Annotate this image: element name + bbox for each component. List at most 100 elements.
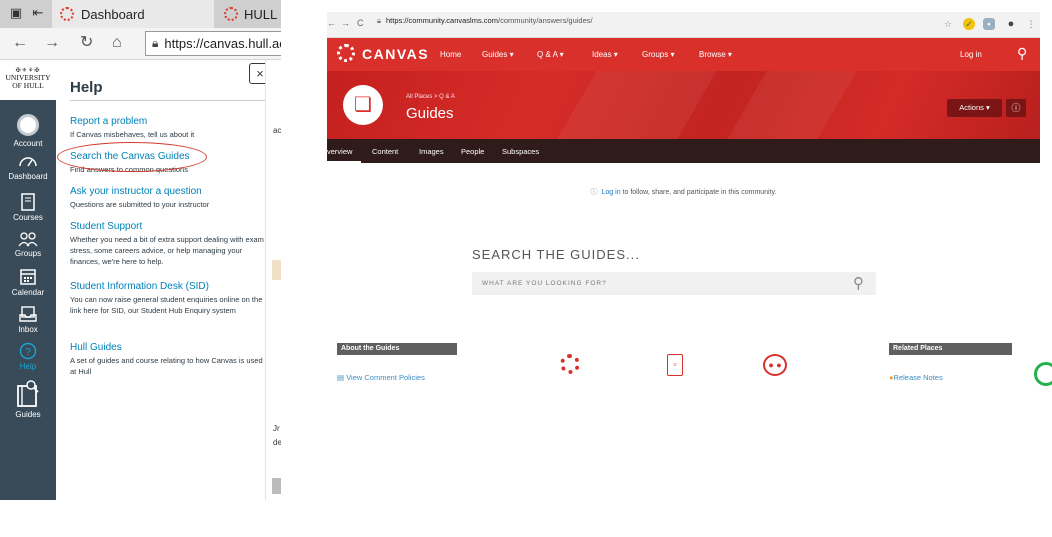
help-description: If Canvas misbehaves, tell us about it	[70, 130, 195, 139]
help-item-ask-instructor: Ask your instructor a question Questions…	[70, 186, 270, 210]
panda-guides-category[interactable]: ● ●	[763, 354, 787, 376]
guides-search-input[interactable]: WHAT ARE YOU LOOKING FOR? ⚲	[472, 272, 876, 295]
nav-label: Courses	[13, 213, 43, 222]
nav-inbox[interactable]: Inbox	[0, 305, 56, 334]
highlight-annotation-oval	[57, 142, 207, 172]
canvas-favicon-icon	[60, 7, 74, 21]
topnav-ideas[interactable]: Ideas ▾	[592, 50, 618, 59]
address-bar-row: ← → ↻ ⌂ 🔒︎ https://canvas.hull.ac.u	[0, 28, 281, 60]
nav-dashboard[interactable]: Dashboard	[0, 154, 56, 181]
extension-icon[interactable]: ▪	[983, 18, 995, 30]
login-link[interactable]: Log in	[960, 50, 982, 59]
view-comment-policies-link[interactable]: ▤ View Comment Policies	[337, 373, 425, 382]
url-field[interactable]: 🔒︎ https://canvas.hull.ac.u	[145, 31, 281, 56]
search-icon[interactable]: ⚲	[853, 274, 864, 292]
nav-label: Help	[19, 362, 37, 371]
url-path: /community/answers/guides/	[497, 16, 593, 25]
help-tray: × Help Report a problem If Canvas misbeh…	[56, 60, 281, 500]
actions-button[interactable]: Actions ▾	[947, 99, 1002, 117]
canvas-guides-category[interactable]	[560, 354, 580, 374]
release-notes-link[interactable]: ●Release Notes	[889, 373, 943, 382]
tab-subspaces[interactable]: Subspaces	[502, 147, 539, 156]
tab-images[interactable]: Images	[419, 147, 444, 156]
help-description: A set of guides and course relating to h…	[70, 356, 263, 376]
login-notice-link[interactable]: Log in	[602, 189, 621, 196]
svg-text:?: ?	[25, 347, 31, 358]
tab-people[interactable]: People	[461, 147, 484, 156]
left-browser-window: ▣ ⇤ Dashboard HULL G ← → ↻ ⌂ 🔒︎ https://…	[0, 0, 281, 500]
account-icon	[17, 114, 39, 136]
tab-dashboard[interactable]: Dashboard	[52, 0, 214, 28]
help-item-report-problem: Report a problem If Canvas misbehaves, t…	[70, 116, 270, 140]
login-notice: ⓘ Log in to follow, share, and participat…	[327, 187, 1040, 197]
nav-guides[interactable]: Guides	[0, 380, 56, 419]
topnav-groups[interactable]: Groups ▾	[642, 50, 674, 59]
text-fragment: de	[273, 438, 281, 447]
dashboard-icon	[19, 157, 37, 167]
canvas-logo-icon[interactable]	[337, 44, 355, 62]
url-domain: https://community.canvaslms.com	[386, 16, 498, 25]
lock-icon: 🔒︎	[152, 36, 159, 50]
university-logo[interactable]: ✠⚜⚘✠ UNIVERSITY OF HULL	[0, 60, 56, 100]
breadcrumb[interactable]: All Places > Q & A	[406, 94, 455, 100]
search-placeholder: WHAT ARE YOU LOOKING FOR?	[482, 280, 607, 287]
search-icon[interactable]: ⚲	[1017, 45, 1027, 62]
home-icon[interactable]: ⌂	[112, 34, 122, 52]
canvas-wordmark[interactable]: CANVAS	[362, 46, 429, 62]
page-title: Guides	[406, 105, 454, 122]
related-places-header: Related Places	[889, 343, 1012, 355]
panda-icon: ● ●	[763, 354, 787, 376]
topnav-guides[interactable]: Guides ▾	[482, 50, 514, 59]
back-arrow-icon[interactable]: ←	[12, 34, 28, 52]
help-item-student-support: Student Support Whether you need a bit o…	[70, 221, 270, 267]
text-fragment: ac	[273, 126, 281, 135]
active-tab-indicator	[327, 161, 361, 163]
link-text: View Comment Policies	[346, 373, 425, 382]
forward-arrow-icon[interactable]: →	[44, 34, 60, 52]
inbox-icon	[19, 306, 37, 322]
browser-toolbar: ← → C 🔒︎ https://community.canvaslms.com/…	[327, 12, 1040, 38]
tab-actions-icon[interactable]: ▣	[8, 5, 24, 21]
banner-decoration	[557, 71, 717, 139]
topnav-browse[interactable]: Browse ▾	[699, 50, 732, 59]
tab-hull[interactable]: HULL G	[220, 0, 281, 28]
back-arrow-icon[interactable]: ←	[327, 18, 336, 28]
nav-groups[interactable]: Groups	[0, 231, 56, 258]
search-heading: SEARCH THE GUIDES...	[472, 247, 640, 262]
url-field[interactable]: 🔒︎ https://community.canvaslms.com/commun…	[377, 16, 593, 26]
nav-help[interactable]: ? Help	[0, 342, 56, 371]
nav-label: Calendar	[11, 288, 45, 297]
nav-label: Groups	[14, 249, 42, 258]
help-link[interactable]: Report a problem	[70, 116, 270, 128]
canvas-logo-icon	[560, 354, 580, 374]
screenshot-stage: ▣ ⇤ Dashboard HULL G ← → ↻ ⌂ 🔒︎ https://…	[0, 0, 1052, 537]
nav-courses[interactable]: Courses	[0, 193, 56, 222]
floating-chat-icon[interactable]	[1034, 362, 1052, 386]
nav-label: Guides	[15, 410, 41, 419]
logo-line-2: OF HULL	[12, 81, 44, 90]
menu-kebab-icon[interactable]: ⋮	[1025, 18, 1037, 30]
help-link[interactable]: Ask your instructor a question	[70, 186, 270, 198]
tab-overview[interactable]: verview	[327, 147, 352, 156]
nav-account[interactable]: Account	[0, 114, 56, 148]
book-guides-category[interactable]: ▫	[667, 354, 683, 376]
nav-calendar[interactable]: Calendar	[0, 268, 56, 297]
refresh-icon[interactable]: C	[357, 18, 364, 28]
refresh-icon[interactable]: ↻	[80, 34, 93, 52]
help-link[interactable]: Hull Guides	[70, 342, 270, 354]
help-item-hull-guides: Hull Guides A set of guides and course r…	[70, 342, 270, 377]
set-tabs-aside-icon[interactable]: ⇤	[30, 5, 46, 21]
global-navigation: ✠⚜⚘✠ UNIVERSITY OF HULL Account Dashboar…	[0, 60, 56, 500]
tab-content[interactable]: Content	[372, 147, 398, 156]
topnav-qa[interactable]: Q & A ▾	[537, 50, 564, 59]
help-link[interactable]: Student Information Desk (SID)	[70, 281, 270, 293]
forward-arrow-icon[interactable]: →	[341, 18, 350, 28]
lock-icon: 🔒︎	[377, 16, 381, 25]
bookmark-star-icon[interactable]: ☆	[942, 18, 954, 30]
groups-icon	[18, 232, 38, 247]
topnav-home[interactable]: Home	[440, 50, 461, 59]
profile-icon[interactable]: ●	[1005, 18, 1017, 30]
info-button[interactable]: ⓘ	[1006, 99, 1026, 117]
extension-check-icon[interactable]: ✓	[963, 18, 975, 30]
help-link[interactable]: Student Support	[70, 221, 270, 233]
